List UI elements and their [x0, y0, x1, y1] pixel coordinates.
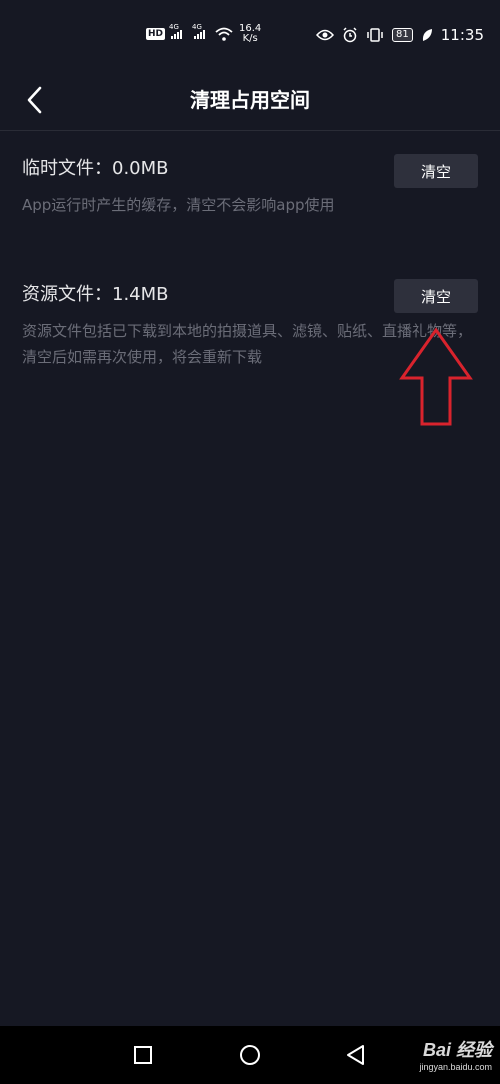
vibrate-icon	[367, 28, 383, 42]
clear-resource-files-button[interactable]: 清空	[394, 279, 478, 313]
square-icon	[134, 1046, 152, 1064]
temp-files-description: App运行时产生的缓存，清空不会影响app使用	[22, 196, 335, 214]
system-nav-bar: Bai 经验 jingyan.baidu.com	[0, 1026, 500, 1084]
clear-temp-files-button[interactable]: 清空	[394, 154, 478, 188]
recent-apps-button[interactable]	[128, 1040, 158, 1070]
battery-indicator: 81	[392, 28, 413, 42]
network-speed: 16.4 K/s	[239, 23, 262, 44]
watermark-url: jingyan.baidu.com	[419, 1062, 492, 1072]
watermark-logo: Bai 经验	[422, 1040, 492, 1060]
alarm-icon	[343, 27, 357, 43]
status-left-group: HD 4G 4G 16.4 K/s	[146, 23, 262, 44]
wifi-icon	[215, 27, 233, 41]
signal-icon: 4G	[192, 23, 206, 39]
signal-icon: 4G	[169, 23, 183, 39]
back-nav-button[interactable]	[340, 1040, 370, 1070]
annotation-arrow-icon	[399, 327, 473, 426]
page-header: 清理占用空间	[0, 72, 500, 131]
eye-icon	[316, 29, 335, 41]
status-right-group: 81 11:35	[316, 26, 484, 44]
status-bar: HD 4G 4G 16.4 K/s 81 11:35	[0, 0, 500, 72]
triangle-back-icon	[347, 1045, 364, 1065]
home-button[interactable]	[235, 1040, 265, 1070]
page-title: 清理占用空间	[190, 88, 310, 112]
watermark: Bai 经验 jingyan.baidu.com	[419, 1036, 492, 1072]
clock-time: 11:35	[440, 26, 484, 44]
circle-icon	[240, 1045, 260, 1065]
hd-badge: HD	[146, 28, 166, 40]
leaf-icon	[422, 29, 432, 41]
